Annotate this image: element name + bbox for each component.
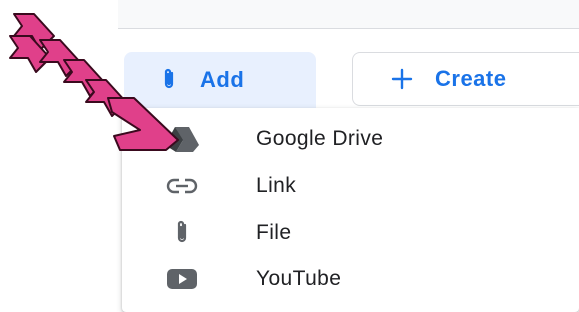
paperclip-icon [160,218,204,248]
menu-item-label: Google Drive [256,127,384,150]
menu-item-label: YouTube [256,267,342,290]
plus-icon [389,66,415,92]
page: Add Create Google Drive Link File YouTub… [0,0,579,312]
menu-item-youtube[interactable]: YouTube [122,256,579,302]
create-button-label: Create [435,66,507,91]
link-icon [160,171,204,201]
create-button[interactable]: Create [352,52,579,106]
youtube-icon [160,264,204,294]
chevron-arrows-icon [9,13,179,151]
menu-item-label: File [256,221,292,244]
annotation-arrows [9,13,179,151]
menu-item-file[interactable]: File [122,210,579,256]
menu-item-label: Link [256,174,297,197]
